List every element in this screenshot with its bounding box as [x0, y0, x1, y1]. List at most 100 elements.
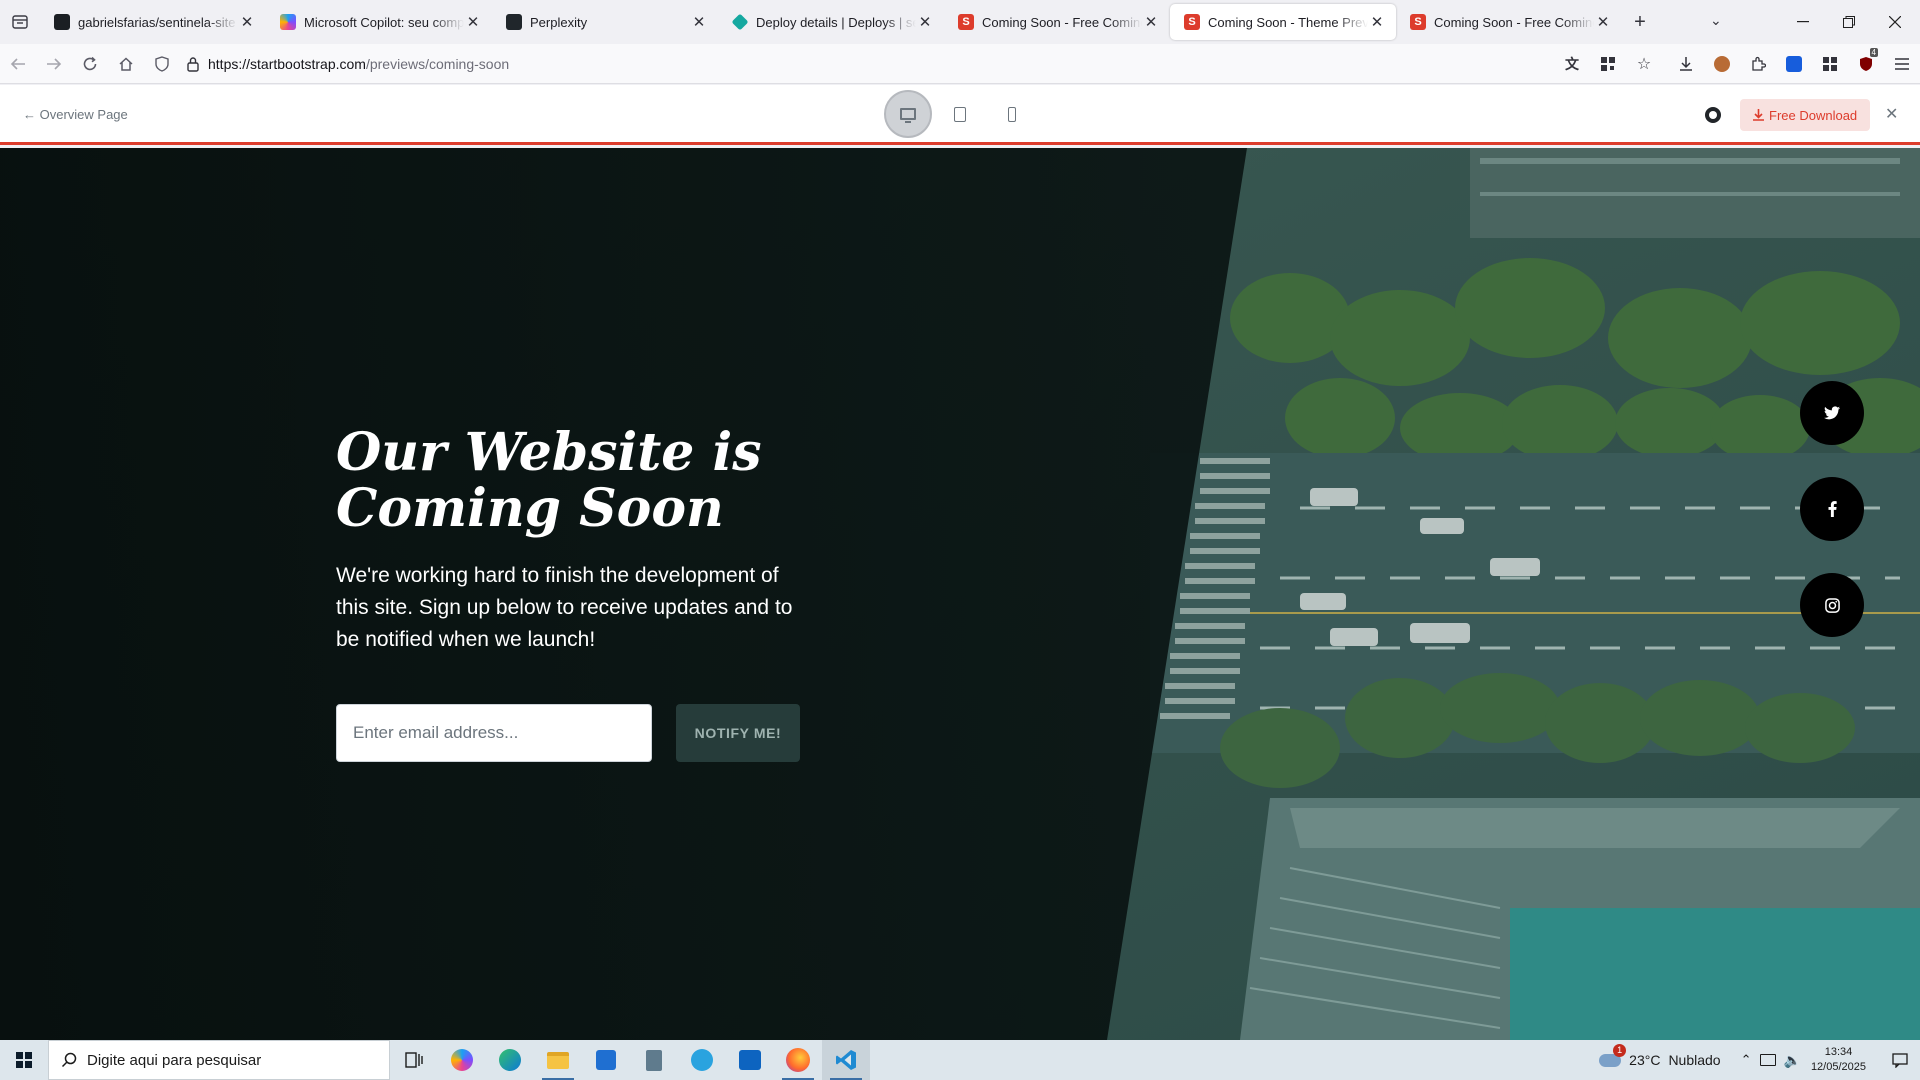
- tablet-view-button[interactable]: [936, 90, 984, 138]
- windows-taskbar: Digite aqui para pesquisar 1 23°C Nublad…: [0, 1040, 1920, 1080]
- free-download-button[interactable]: Free Download: [1740, 99, 1871, 131]
- notify-button[interactable]: NOTIFY ME!: [676, 704, 800, 762]
- reload-button[interactable]: [72, 48, 108, 80]
- copilot-taskbar-button[interactable]: [438, 1040, 486, 1080]
- url-bar[interactable]: https://startbootstrap.com/previews/comi…: [186, 48, 509, 80]
- copilot-icon: [451, 1049, 473, 1071]
- overview-page-link[interactable]: ← Overview Page: [23, 107, 128, 122]
- downloads-button[interactable]: [1668, 48, 1704, 80]
- clock[interactable]: 13:34 12/05/2025: [1811, 1045, 1866, 1075]
- weather-widget[interactable]: 1 23°C Nublado: [1599, 1044, 1721, 1068]
- app-menu-button[interactable]: [1884, 48, 1920, 80]
- task-view-button[interactable]: [390, 1040, 438, 1080]
- volume-icon[interactable]: 🔈: [1784, 1052, 1801, 1069]
- file-explorer-taskbar-button[interactable]: [534, 1040, 582, 1080]
- browser-tab[interactable]: Microsoft Copilot: seu compan ✕: [266, 4, 492, 40]
- qr-button[interactable]: [1590, 48, 1626, 80]
- browser-tab[interactable]: S Coming Soon - Free Coming So ✕: [1396, 4, 1622, 40]
- account-button[interactable]: [1704, 48, 1740, 80]
- home-icon: [119, 56, 133, 71]
- tab-close-icon[interactable]: ✕: [464, 13, 482, 31]
- bitwarden-button[interactable]: [1776, 48, 1812, 80]
- tab-title: Microsoft Copilot: seu compan: [304, 14, 464, 30]
- desktop-view-button[interactable]: [884, 90, 932, 138]
- taskbar-search[interactable]: Digite aqui para pesquisar: [48, 1040, 390, 1080]
- apps-button[interactable]: [1812, 48, 1848, 80]
- outlook-taskbar-button[interactable]: [726, 1040, 774, 1080]
- browser-tab[interactable]: S Coming Soon - Free Coming So ✕: [944, 4, 1170, 40]
- instagram-icon: [1824, 597, 1840, 613]
- facebook-button[interactable]: [1800, 477, 1864, 541]
- apps-grid-icon: [1823, 57, 1837, 71]
- outlook-icon: [739, 1050, 761, 1070]
- task-view-icon: [405, 1052, 423, 1068]
- tab-close-icon[interactable]: ✕: [238, 13, 256, 31]
- edge-icon: [499, 1049, 521, 1071]
- github-icon[interactable]: [1705, 107, 1721, 123]
- ublock-shield-icon: [1860, 57, 1872, 71]
- github-icon: [54, 14, 70, 30]
- ublock-button[interactable]: 4: [1848, 48, 1884, 80]
- twitter-button[interactable]: [1800, 381, 1864, 445]
- search-placeholder: Digite aqui para pesquisar: [87, 1051, 262, 1069]
- tabs-icon: [12, 15, 28, 29]
- chevron-up-icon[interactable]: ⌃: [1741, 1052, 1752, 1068]
- tab-close-icon[interactable]: ✕: [1368, 13, 1386, 31]
- firefox-taskbar-button[interactable]: [774, 1040, 822, 1080]
- instagram-button[interactable]: [1800, 573, 1864, 637]
- calculator-icon: [646, 1049, 662, 1071]
- vscode-taskbar-button[interactable]: [822, 1040, 870, 1080]
- browser-tab-active[interactable]: S Coming Soon - Theme Preview ✕: [1170, 4, 1396, 40]
- start-button[interactable]: [0, 1040, 48, 1080]
- url-path: /previews/coming-soon: [365, 55, 510, 72]
- close-window-button[interactable]: [1872, 0, 1918, 44]
- tab-close-icon[interactable]: ✕: [1142, 13, 1160, 31]
- browser-tab[interactable]: Deploy details | Deploys | sentin ✕: [718, 4, 944, 40]
- email-input[interactable]: [353, 723, 635, 743]
- tab-title: Coming Soon - Theme Preview: [1208, 14, 1368, 30]
- minimize-button[interactable]: [1780, 0, 1826, 44]
- forward-button[interactable]: [36, 48, 72, 80]
- calculator-taskbar-button[interactable]: [630, 1040, 678, 1080]
- tab-close-icon[interactable]: ✕: [916, 13, 934, 31]
- telegram-taskbar-button[interactable]: [678, 1040, 726, 1080]
- bookmark-button[interactable]: ☆: [1626, 48, 1662, 80]
- vscode-icon: [836, 1050, 856, 1070]
- weather-badge: 1: [1613, 1044, 1627, 1057]
- mobile-view-button[interactable]: [988, 90, 1036, 138]
- new-tab-button[interactable]: +: [1622, 11, 1658, 34]
- email-field[interactable]: [336, 704, 652, 762]
- back-button[interactable]: [0, 48, 36, 80]
- tab-title: Deploy details | Deploys | sentin: [756, 14, 916, 30]
- translate-button[interactable]: 文: [1554, 48, 1590, 80]
- browser-tab[interactable]: gabrielsfarias/sentinela-site ✕: [40, 4, 266, 40]
- mobile-icon: [1008, 106, 1016, 122]
- home-button[interactable]: [108, 48, 144, 80]
- system-tray: 1 23°C Nublado ⌃ 🔈 13:34 12/05/2025: [1599, 1040, 1920, 1080]
- tab-title: gabrielsfarias/sentinela-site: [78, 14, 236, 30]
- extensions-button[interactable]: [1740, 48, 1776, 80]
- tab-close-icon[interactable]: ✕: [690, 13, 708, 31]
- weather-condition: Nublado: [1668, 1052, 1721, 1068]
- translate-icon: 文: [1565, 56, 1579, 72]
- toolbar-actions: 文 ☆ 4: [1554, 44, 1920, 84]
- tracking-protection-button[interactable]: [144, 48, 180, 80]
- network-icon[interactable]: [1759, 1054, 1776, 1066]
- store-taskbar-button[interactable]: [582, 1040, 630, 1080]
- tab-list-button[interactable]: [0, 0, 40, 44]
- edge-taskbar-button[interactable]: [486, 1040, 534, 1080]
- browser-tab[interactable]: Perplexity ✕: [492, 4, 718, 40]
- tab-close-icon[interactable]: ✕: [1594, 13, 1612, 31]
- chevron-down-icon[interactable]: ⌄: [1710, 12, 1722, 29]
- startbootstrap-icon: S: [958, 14, 974, 30]
- lock-icon: [187, 56, 199, 72]
- notifications-icon[interactable]: [1880, 1040, 1920, 1080]
- close-preview-icon[interactable]: ✕: [1885, 104, 1898, 124]
- store-icon: [596, 1050, 616, 1070]
- netlify-icon: [731, 13, 749, 31]
- minimize-icon: [1797, 21, 1809, 23]
- restore-button[interactable]: [1826, 0, 1872, 44]
- bitwarden-icon: [1786, 56, 1802, 72]
- page-title: Our Website is Coming Soon: [336, 425, 856, 537]
- search-icon: [61, 1052, 77, 1068]
